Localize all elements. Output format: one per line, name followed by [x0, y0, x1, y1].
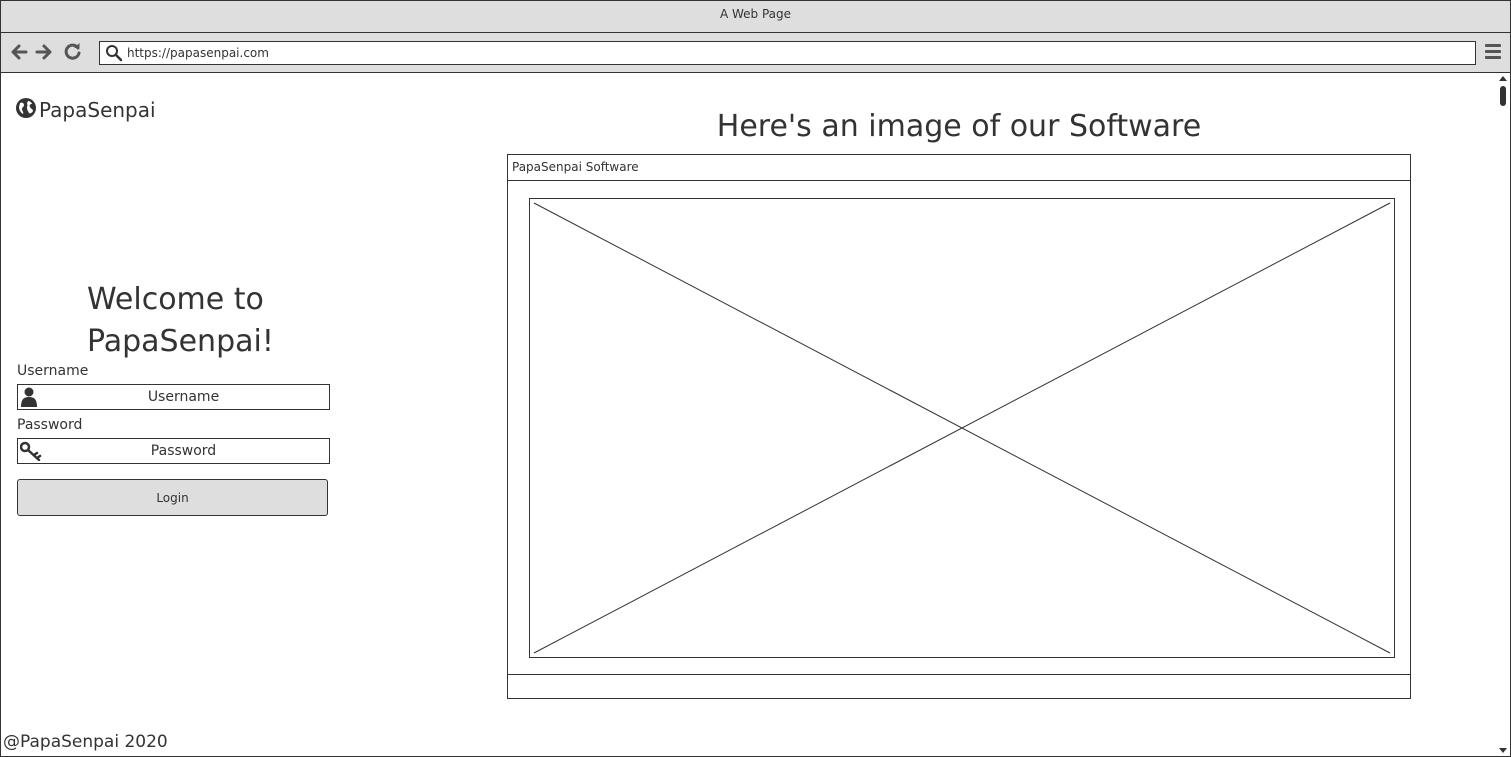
browser-window: A Web Page https://papasenpai.com PapaSe… [0, 0, 1511, 757]
welcome-line-2: PapaSenpai! [87, 324, 274, 359]
forward-arrow-icon[interactable] [34, 42, 54, 62]
username-field[interactable] [17, 384, 330, 410]
copyright-footer: @PapaSenpai 2020 [3, 732, 168, 752]
scroll-down-icon[interactable] [1499, 748, 1507, 753]
showcase-heading: Here's an image of our Software [716, 109, 1202, 144]
hamburger-menu-icon[interactable] [1485, 44, 1501, 62]
window-titlebar: A Web Page [1, 1, 1510, 33]
globe-icon [15, 97, 37, 123]
preview-window-title: PapaSenpai Software [508, 155, 1410, 181]
password-field[interactable] [17, 438, 330, 464]
scroll-up-icon[interactable] [1499, 76, 1507, 81]
password-input[interactable] [40, 439, 327, 463]
browser-toolbar: https://papasenpai.com [1, 33, 1510, 73]
scroll-thumb[interactable] [1500, 86, 1506, 106]
software-preview-window: PapaSenpai Software [507, 154, 1411, 699]
brand-logo[interactable]: PapaSenpai [15, 97, 156, 123]
address-bar[interactable]: https://papasenpai.com [99, 41, 1476, 65]
back-arrow-icon[interactable] [9, 42, 29, 62]
password-label: Password [17, 417, 83, 433]
vertical-scrollbar[interactable] [1497, 73, 1510, 756]
url-text: https://papasenpai.com [127, 46, 269, 60]
login-button[interactable]: Login [17, 479, 328, 516]
username-input[interactable] [40, 385, 327, 409]
key-icon [19, 441, 42, 465]
search-icon [105, 44, 123, 66]
image-placeholder [529, 198, 1395, 658]
username-label: Username [17, 363, 89, 379]
user-icon [20, 387, 38, 411]
window-title: A Web Page [719, 7, 792, 21]
reload-icon[interactable] [63, 42, 83, 62]
preview-window-footer [508, 674, 1410, 699]
placeholder-cross-icon [533, 202, 1391, 654]
brand-name: PapaSenpai [39, 98, 156, 122]
welcome-heading: Welcome to PapaSenpai! [87, 279, 307, 363]
page-content: PapaSenpai Welcome to PapaSenpai! Userna… [1, 73, 1497, 756]
welcome-line-1: Welcome to [87, 282, 264, 317]
